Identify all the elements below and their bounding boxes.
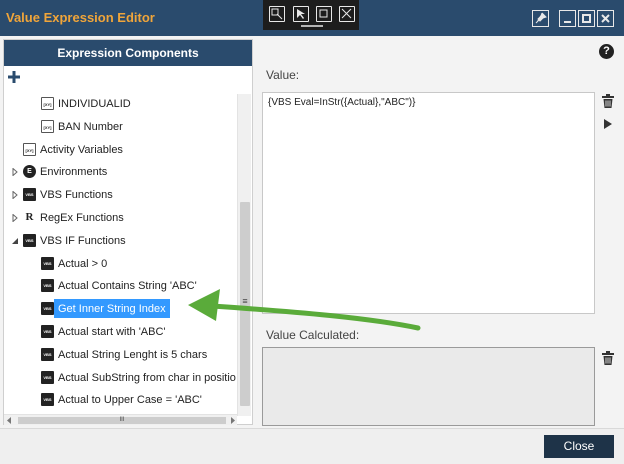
toolbar-grip[interactable] [301,25,323,27]
tree-collapsed-icon[interactable] [11,214,19,222]
tree-item[interactable]: [XY] BAN Number [4,117,236,137]
trash-icon[interactable] [601,94,615,108]
tree-item-label: Activity Variables [40,144,123,156]
minimize-button[interactable] [559,10,576,27]
tree-item-label: BAN Number [58,121,123,133]
value-label: Value: [266,68,300,82]
text-variable-icon: [XY] [41,120,54,133]
tree-item[interactable]: VBS Actual start with 'ABC' [4,322,236,342]
components-tree[interactable]: [XY] INDIVIDUALID [XY] BAN Number [XY] Activi… [4,94,236,416]
tree-item-label: Actual > 0 [58,258,108,270]
pin-icon [535,12,547,24]
vbs-icon: VBS [41,325,54,338]
horizontal-scrollbar[interactable]: III [4,414,237,425]
value-calculated-label: Value Calculated: [266,328,360,342]
vertical-scrollbar[interactable]: ≡ [237,94,251,416]
tree-item-label: VBS IF Functions [40,235,126,247]
panel-header: Expression Components [4,40,252,66]
tree-item[interactable]: VBS Actual Contains String 'ABC' [4,276,236,296]
expression-components-panel: Expression Components [XY] INDIVIDUALID [X… [3,39,253,425]
vbs-icon: VBS [41,348,54,361]
tree-item-label: Actual Contains String 'ABC' [58,280,197,292]
tree-collapsed-icon[interactable] [11,191,19,199]
vbs-icon: VBS [23,188,36,201]
text-variable-icon: [XY] [41,97,54,110]
maximize-button[interactable] [578,10,595,27]
vbs-icon: VBS [41,371,54,384]
close-button[interactable]: Close [544,435,614,458]
spy-icon[interactable] [339,6,355,22]
vbs-icon: VBS [41,393,54,406]
scroll-grip-icon: ≡ [242,296,248,306]
tree-expanded-icon[interactable] [11,237,19,245]
record-icon[interactable] [269,6,285,22]
tree-item[interactable]: VBS Actual String Lenght is 5 chars [4,345,236,365]
horizontal-scroll-thumb[interactable]: III [18,417,226,424]
tree-item-label: RegEx Functions [40,212,124,224]
tree-item[interactable]: [XY] INDIVIDUALID [4,94,236,114]
window-title: Value Expression Editor [6,10,155,25]
vertical-scroll-thumb[interactable]: ≡ [240,202,250,406]
scroll-right-icon[interactable] [229,417,236,424]
tree-item-label: Actual String Lenght is 5 chars [58,349,208,361]
vbs-icon: VBS [41,257,54,270]
hscroll-grip-icon: III [119,417,125,423]
designer-toolbar [263,0,359,30]
close-icon [601,14,610,23]
minimize-icon [564,21,571,23]
value-calculated-field[interactable] [262,347,595,426]
plus-icon [8,71,20,83]
tree-item[interactable]: VBS Actual > 0 [4,254,236,274]
text-variable-icon: [XY] [23,143,36,156]
tree-item-label: Get Inner String Index [54,299,170,318]
frame-icon[interactable] [316,6,332,22]
dialog-body: Expression Components [XY] INDIVIDUALID [X… [0,36,624,428]
tree-item-label: INDIVIDUALID [58,98,131,110]
help-icon[interactable]: ? [599,44,614,59]
tree-item[interactable]: E Environments [4,162,236,182]
tree-collapsed-icon[interactable] [11,168,19,176]
pin-button[interactable] [532,10,549,27]
title-bar[interactable]: Value Expression Editor [0,0,624,36]
tree-item[interactable]: VBS Actual SubString from char in positio… [4,368,236,388]
environment-icon: E [23,165,36,178]
pointer-icon[interactable] [293,6,309,22]
tree-item-label: Actual start with 'ABC' [58,326,166,338]
tree-item[interactable]: [XY] Activity Variables [4,140,236,160]
scroll-left-icon[interactable] [6,417,13,424]
tree-item[interactable]: VBS VBS Functions [4,185,236,205]
vbs-icon: VBS [23,234,36,247]
tree-item[interactable]: VBS VBS IF Functions [4,231,236,251]
maximize-icon [582,14,591,23]
dialog-footer: Close [0,428,624,464]
value-panel: ? Value: {VBS Eval=InStr({Actual},"ABC")… [256,36,624,428]
close-window-button[interactable] [597,10,614,27]
tree-item[interactable]: VBS Get Inner String Index [4,299,236,319]
tree-item-label: Actual to Upper Case = 'ABC' [58,394,202,406]
play-icon[interactable] [603,118,613,130]
vbs-icon: VBS [41,279,54,292]
add-button[interactable] [8,71,20,83]
tree-item[interactable]: R RegEx Functions [4,208,236,228]
tree-item-label: Environments [40,166,108,178]
tree-item[interactable]: VBS Actual to Upper Case = 'ABC' [4,390,236,410]
regex-icon: R [23,211,36,224]
vbs-icon: VBS [41,302,54,315]
tree-item-label: VBS Functions [40,189,113,201]
tree-item-label: Actual SubString from char in position [58,372,236,384]
value-expression-field[interactable]: {VBS Eval=InStr({Actual},"ABC")} [262,92,595,314]
trash-icon[interactable] [601,351,615,365]
